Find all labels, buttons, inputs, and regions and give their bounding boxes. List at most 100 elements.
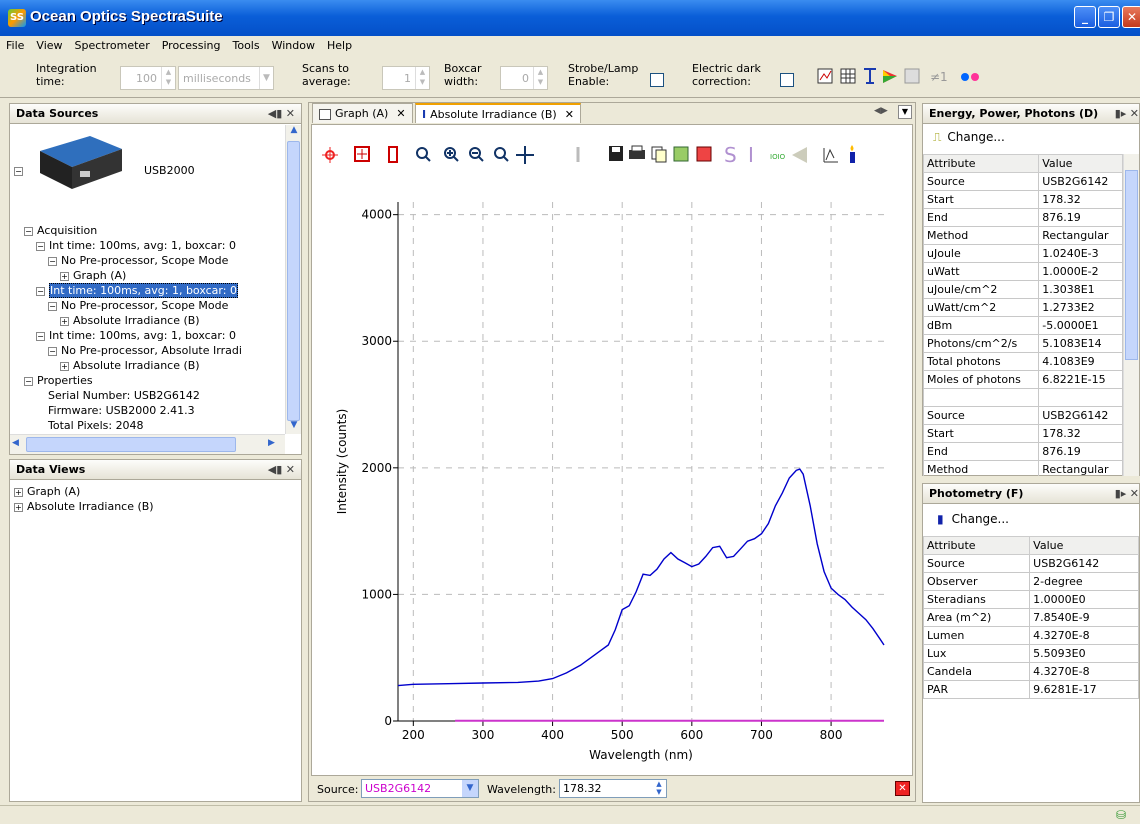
lamp-icon[interactable] — [792, 147, 807, 163]
tree-node[interactable]: + Graph (A) — [60, 268, 126, 283]
table-row[interactable]: Area (m^2) 7.8540E-9 — [922, 608, 1139, 627]
column-header[interactable]: Value — [1029, 536, 1139, 555]
tree-expander-icon[interactable]: − — [36, 331, 45, 341]
data-view-item[interactable]: + Graph (A) — [14, 484, 154, 499]
menu-tools[interactable]: Tools — [226, 36, 265, 52]
image-icon[interactable] — [904, 68, 920, 84]
table-row[interactable]: Photons/cm^2/s 5.1083E14 — [923, 334, 1123, 353]
table-row[interactable]: End 876.19 — [923, 208, 1123, 227]
tree-node[interactable]: − Acquisition — [24, 223, 97, 238]
tab-graph-a[interactable]: Graph (A) ✕ — [312, 103, 413, 123]
close-red-icon[interactable]: ✕ — [895, 781, 910, 796]
tree-node[interactable]: − Properties — [24, 373, 93, 388]
save-icon[interactable] — [609, 146, 623, 161]
zoom-box-icon[interactable] — [354, 146, 370, 162]
pan-icon[interactable] — [516, 146, 534, 164]
table-row[interactable]: Candela 4.3270E-8 — [922, 662, 1139, 681]
scroll-up-icon[interactable]: ▲ — [287, 125, 301, 139]
tab-close-icon[interactable]: ✕ — [565, 108, 574, 121]
tree-node[interactable]: + Absolute Irradiance (B) — [60, 358, 200, 373]
table-row[interactable]: End 876.19 — [923, 442, 1123, 461]
color-icon[interactable] — [883, 70, 897, 83]
zoom-in-icon[interactable] — [444, 147, 459, 162]
tree-node[interactable]: Total Pixels: 2048 — [48, 418, 144, 433]
spinner-arrows-icon[interactable]: ▲ ▼ — [161, 67, 175, 89]
tree-node[interactable]: − Int time: 100ms, avg: 1, boxcar: 0 — [36, 238, 236, 253]
tree-expander-icon[interactable]: − — [48, 256, 57, 266]
ioio-icon[interactable]: IOIO — [770, 153, 786, 161]
spinner-arrows-icon[interactable]: ▲ ▼ — [533, 67, 547, 89]
menu-file[interactable]: File — [0, 36, 30, 52]
integration-unit-select[interactable]: milliseconds ▼ — [178, 66, 274, 90]
tab-close-icon[interactable]: ✕ — [396, 107, 405, 120]
print-icon[interactable] — [629, 145, 645, 159]
table-row[interactable]: uJoule/cm^2 1.3038E1 — [923, 280, 1123, 299]
tree-expander-icon[interactable]: + — [60, 361, 69, 371]
energy-change-button[interactable]: ⎍ Change... — [933, 130, 1005, 145]
tree-node[interactable]: − No Pre-processor, Scope Mode — [48, 253, 228, 268]
minimize-button[interactable]: _ — [1074, 6, 1096, 28]
tree-expander-icon[interactable]: − — [24, 376, 33, 386]
tab-nav-arrows-icon[interactable]: ◀▶ — [874, 106, 888, 116]
tree-expander-icon[interactable]: + — [60, 271, 69, 281]
overlay-icon[interactable] — [673, 146, 689, 162]
horizontal-scrollbar[interactable]: ◀ ▶ — [10, 434, 285, 454]
irradiance-mode-icon[interactable]: I — [748, 143, 754, 167]
tree-node[interactable]: − No Pre-processor, Absolute Irradi — [48, 343, 242, 358]
zoom-vertical-icon[interactable] — [388, 146, 398, 163]
zoom-fit-icon[interactable] — [416, 147, 431, 162]
menu-window[interactable]: Window — [266, 36, 321, 52]
table-row[interactable]: Lumen 4.3270E-8 — [922, 626, 1139, 645]
scans-to-average-input[interactable]: 1 ▲ ▼ — [382, 66, 430, 90]
table-row[interactable]: Method Rectangular — [923, 460, 1123, 476]
menu-view[interactable]: View — [30, 36, 68, 52]
irradiance-icon[interactable] — [864, 68, 876, 84]
table-row[interactable]: uWatt/cm^2 1.2733E2 — [923, 298, 1123, 317]
table-row[interactable] — [923, 388, 1123, 407]
graph-view-icon[interactable] — [817, 68, 833, 84]
column-header[interactable]: Attribute — [922, 536, 1031, 555]
tree-node[interactable]: Serial Number: USB2G6142 — [48, 388, 200, 403]
tree-node[interactable]: − No Pre-processor, Scope Mode — [48, 298, 228, 313]
tree-expander-icon[interactable]: − — [48, 346, 57, 356]
integration-time-input[interactable]: 100 ▲ ▼ — [120, 66, 176, 90]
crosshair-icon[interactable] — [322, 147, 338, 163]
vertical-scrollbar[interactable]: ▲ ▼ — [285, 125, 301, 434]
table-row[interactable]: Steradians 1.0000E0 — [922, 590, 1139, 609]
chevron-down-icon[interactable]: ▼ — [462, 780, 478, 797]
table-row[interactable]: dBm -5.0000E1 — [923, 316, 1123, 335]
table-row[interactable]: Moles of photons 6.8221E-15 — [923, 370, 1123, 389]
electric-dark-checkbox[interactable] — [780, 73, 794, 87]
close-button[interactable]: ✕ — [1122, 6, 1140, 28]
panel-close-icon[interactable]: ◀▮ ✕ — [268, 463, 295, 476]
wavelength-input[interactable]: 178.32 ▲ ▼ — [559, 779, 667, 798]
table-row[interactable]: Source USB2G6142 — [923, 406, 1123, 425]
tree-node[interactable]: − Int time: 100ms, avg: 1, boxcar: 0 — [36, 328, 236, 343]
tree-node[interactable]: − Int time: 100ms, avg: 1, boxcar: 0 — [36, 283, 238, 298]
table-row[interactable]: Start 178.32 — [923, 424, 1123, 443]
table-row[interactable]: Source USB2G6142 — [923, 172, 1123, 191]
table-row[interactable]: Start 178.32 — [923, 190, 1123, 209]
scroll-down-icon[interactable]: ▼ — [287, 420, 301, 434]
spinner-arrows-icon[interactable]: ▲ ▼ — [652, 780, 666, 797]
colorball-icon[interactable] — [961, 73, 979, 81]
zoom-reset-icon[interactable] — [494, 147, 509, 162]
column-header[interactable]: Attribute — [923, 154, 1040, 173]
menu-help[interactable]: Help — [321, 36, 358, 52]
device-expander[interactable]: − — [14, 163, 27, 178]
table-row[interactable]: Method Rectangular — [923, 226, 1123, 245]
data-view-item[interactable]: + Absolute Irradiance (B) — [14, 499, 154, 514]
table-row[interactable]: uWatt 1.0000E-2 — [923, 262, 1123, 281]
restore-button[interactable]: ❐ — [1098, 6, 1120, 28]
boxcar-width-input[interactable]: 0 ▲ ▼ — [500, 66, 548, 90]
tab-list-dropdown-icon[interactable]: ▼ — [898, 105, 912, 119]
panel-close-icon[interactable]: ◀▮ ✕ — [268, 107, 295, 120]
table-row[interactable]: Total photons 4.1083E9 — [923, 352, 1123, 371]
copy-icon[interactable] — [651, 146, 667, 163]
tree-expander-icon[interactable]: + — [60, 316, 69, 326]
reference-icon[interactable] — [696, 146, 712, 162]
tree-expander-icon[interactable]: − — [48, 301, 57, 311]
scope-mode-icon[interactable]: S — [724, 143, 737, 167]
chevron-down-icon[interactable]: ▼ — [259, 67, 273, 89]
tab-absolute-irradiance[interactable]: I Absolute Irradiance (B) ✕ — [415, 103, 581, 123]
